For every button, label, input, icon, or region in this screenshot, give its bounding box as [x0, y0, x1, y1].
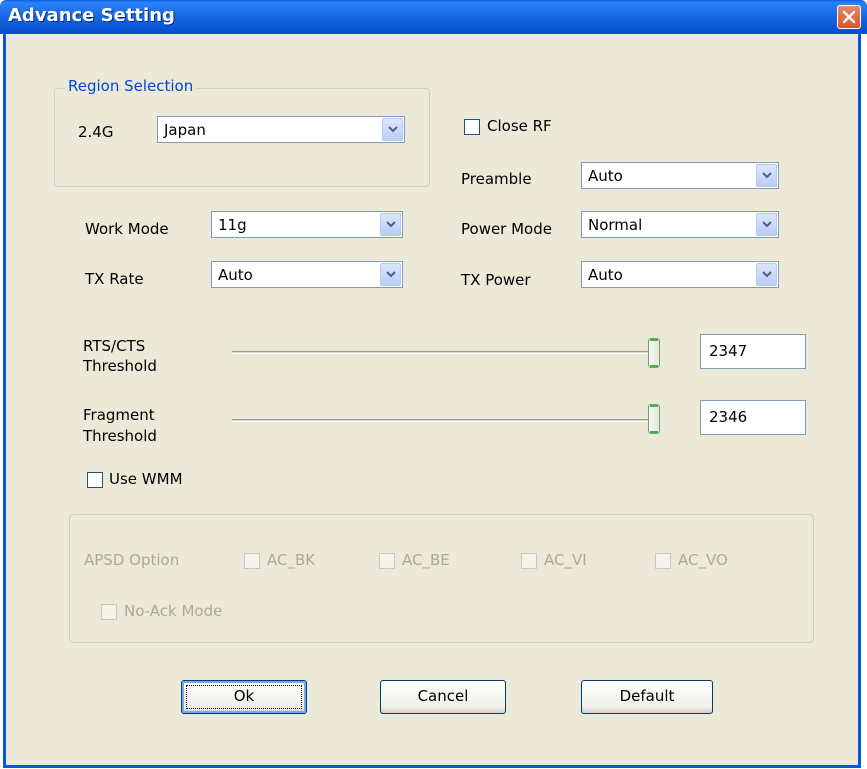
- focus-rectangle: [186, 685, 302, 709]
- work-mode-select-value: 11g: [218, 216, 247, 234]
- preamble-select-value: Auto: [588, 167, 623, 185]
- chevron-down-icon[interactable]: [756, 213, 777, 236]
- fragment-threshold-slider-thumb[interactable]: [648, 404, 660, 434]
- tx-rate-select[interactable]: Auto: [211, 261, 403, 288]
- tx-rate-select-value: Auto: [218, 266, 253, 284]
- advance-setting-dialog: Advance Setting Region Selection 2.4G Ja…: [0, 0, 867, 769]
- ac-vi-checkbox[interactable]: [521, 553, 537, 569]
- band-24g-label: 2.4G: [78, 123, 114, 141]
- power-mode-select[interactable]: Normal: [581, 211, 779, 238]
- cancel-button[interactable]: Cancel: [380, 680, 506, 714]
- ac-vi-label[interactable]: AC_VI: [544, 551, 587, 569]
- chevron-down-icon[interactable]: [756, 164, 777, 187]
- chevron-down-icon[interactable]: [380, 263, 401, 286]
- region-select[interactable]: Japan: [157, 116, 405, 143]
- close-icon: [842, 10, 856, 24]
- region-select-value: Japan: [164, 121, 206, 139]
- chevron-down-icon[interactable]: [380, 213, 401, 236]
- tx-power-select-value: Auto: [588, 266, 623, 284]
- use-wmm-checkbox[interactable]: [87, 472, 103, 488]
- work-mode-select[interactable]: 11g: [211, 211, 403, 238]
- rts-threshold-value: 2347: [709, 342, 748, 360]
- close-rf-label[interactable]: Close RF: [487, 117, 552, 135]
- preamble-label: Preamble: [461, 170, 532, 188]
- apsd-group: [69, 514, 814, 643]
- rts-threshold-slider-track[interactable]: [232, 351, 657, 354]
- ac-vo-checkbox[interactable]: [655, 553, 671, 569]
- chevron-down-icon[interactable]: [756, 263, 777, 286]
- ac-bk-checkbox[interactable]: [244, 553, 260, 569]
- fragment-threshold-label-line1: Fragment: [83, 406, 155, 424]
- window-title: Advance Setting: [8, 5, 175, 26]
- ac-vo-label[interactable]: AC_VO: [678, 551, 728, 569]
- ok-button[interactable]: Ok: [181, 680, 307, 714]
- no-ack-mode-label[interactable]: No-Ack Mode: [124, 602, 222, 620]
- preamble-select[interactable]: Auto: [581, 162, 779, 189]
- fragment-threshold-input[interactable]: 2346: [700, 400, 806, 435]
- tx-power-select[interactable]: Auto: [581, 261, 779, 288]
- rts-threshold-slider-thumb[interactable]: [648, 338, 660, 368]
- fragment-threshold-value: 2346: [709, 408, 748, 426]
- ac-be-label[interactable]: AC_BE: [402, 551, 450, 569]
- power-mode-select-value: Normal: [588, 216, 643, 234]
- fragment-threshold-label-line2: Threshold: [83, 427, 157, 445]
- power-mode-label: Power Mode: [461, 220, 552, 238]
- work-mode-label: Work Mode: [85, 220, 169, 238]
- cancel-button-label: Cancel: [417, 687, 469, 705]
- fragment-threshold-slider-track[interactable]: [232, 419, 657, 422]
- close-button[interactable]: [837, 5, 861, 29]
- close-rf-checkbox[interactable]: [464, 119, 480, 135]
- region-selection-title: Region Selection: [65, 77, 197, 95]
- rts-threshold-label-line2: Threshold: [83, 357, 157, 375]
- title-bar[interactable]: Advance Setting: [0, 0, 867, 34]
- default-button-label: Default: [619, 687, 675, 705]
- rts-threshold-input[interactable]: 2347: [700, 334, 806, 369]
- apsd-option-label: APSD Option: [84, 551, 180, 569]
- tx-power-label: TX Power: [461, 271, 531, 289]
- ac-be-checkbox[interactable]: [379, 553, 395, 569]
- tx-rate-label: TX Rate: [85, 270, 144, 288]
- rts-threshold-label-line1: RTS/CTS: [83, 337, 146, 355]
- dialog-body: Region Selection 2.4G Japan Close RF Pre…: [3, 34, 861, 768]
- default-button[interactable]: Default: [581, 680, 713, 714]
- chevron-down-icon[interactable]: [382, 118, 403, 141]
- ac-bk-label[interactable]: AC_BK: [267, 551, 315, 569]
- no-ack-mode-checkbox[interactable]: [101, 604, 117, 620]
- use-wmm-label[interactable]: Use WMM: [109, 470, 183, 488]
